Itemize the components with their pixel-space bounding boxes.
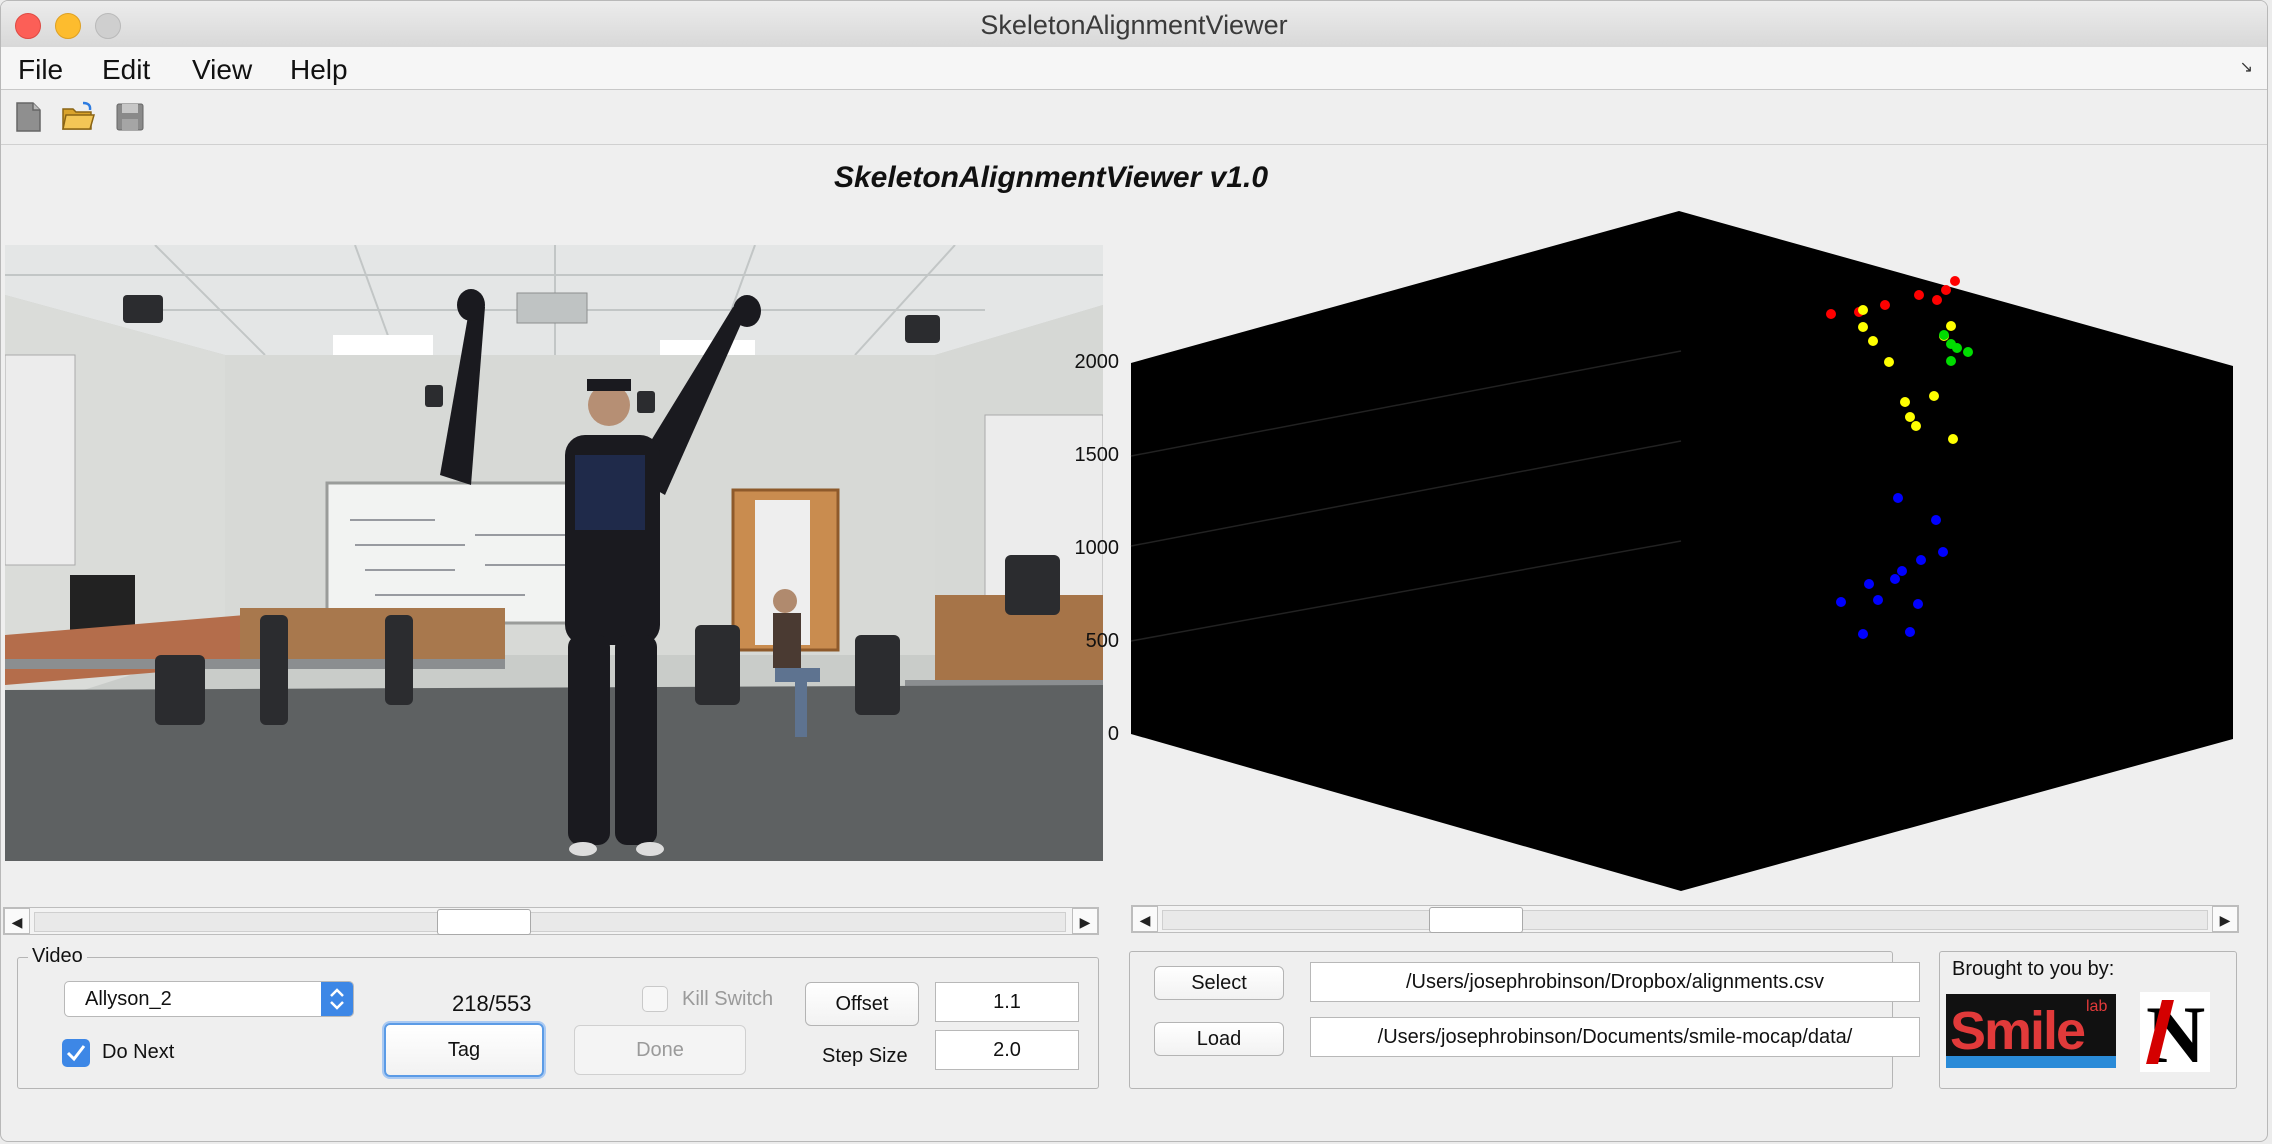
joint-marker-yellow-0	[1858, 305, 1868, 315]
scrollbar-thumb[interactable]	[1429, 907, 1523, 933]
joint-marker-blue-11	[1905, 627, 1915, 637]
menu-help[interactable]: Help	[290, 54, 348, 86]
joint-marker-yellow-9	[1905, 412, 1915, 422]
credits-panel: Brought to you by: Smile lab N	[1939, 951, 2237, 1089]
frame-counter: 218/553	[452, 991, 532, 1016]
joint-marker-yellow-3	[1884, 357, 1894, 367]
scroll-left-icon[interactable]: ◀	[4, 908, 30, 934]
joint-marker-blue-10	[1858, 629, 1868, 639]
joint-marker-yellow-8	[1946, 321, 1956, 331]
joint-marker-red-1	[1941, 285, 1951, 295]
save-icon[interactable]	[113, 100, 147, 134]
menu-bar: File Edit View Help ↘	[1, 47, 2267, 90]
joint-marker-red-4	[1880, 300, 1890, 310]
done-button[interactable]: Done	[574, 1025, 746, 1075]
select-path-field[interactable]: /Users/josephrobinson/Dropbox/alignments…	[1310, 962, 1920, 1002]
kill-switch-checkbox[interactable]	[642, 986, 668, 1012]
joint-marker-yellow-5	[1911, 421, 1921, 431]
joint-marker-green-2	[1946, 339, 1956, 349]
subject-select[interactable]: Allyson_2	[64, 981, 354, 1017]
menu-view[interactable]: View	[192, 54, 252, 86]
video-frame-scrollbar[interactable]: ◀ ▶	[3, 907, 1099, 935]
joint-marker-blue-5	[1890, 574, 1900, 584]
joint-marker-blue-7	[1913, 599, 1923, 609]
joint-marker-yellow-10	[1948, 434, 1958, 444]
plot-canvas	[1130, 211, 2233, 891]
joint-marker-yellow-2	[1868, 336, 1878, 346]
video-panel-title: Video	[28, 945, 87, 968]
joint-marker-yellow-4	[1900, 397, 1910, 407]
joint-marker-yellow-1	[1858, 322, 1868, 332]
joint-marker-blue-1	[1931, 515, 1941, 525]
offset-button[interactable]: Offset	[805, 982, 919, 1026]
z-tick-1000: 1000	[1074, 537, 1120, 559]
video-panel: Video Allyson_2 218/553 Kill Switch Offs…	[17, 945, 1099, 1089]
joint-marker-blue-4	[1897, 566, 1907, 576]
do-next-label: Do Next	[102, 1041, 175, 1063]
new-file-icon[interactable]	[11, 100, 45, 134]
subject-select-value: Allyson_2	[85, 988, 172, 1010]
z-tick-1500: 1500	[1074, 444, 1120, 466]
joint-marker-red-6	[1826, 309, 1836, 319]
joint-marker-green-3	[1946, 356, 1956, 366]
load-path-field[interactable]: /Users/josephrobinson/Documents/smile-mo…	[1310, 1017, 1920, 1057]
load-button[interactable]: Load	[1154, 1022, 1284, 1056]
files-panel: Select /Users/josephrobinson/Dropbox/ali…	[1129, 951, 1920, 1089]
smile-logo-strip	[1946, 1056, 2116, 1068]
toolbar	[1, 90, 2267, 145]
joint-marker-green-0	[1963, 347, 1973, 357]
menu-edit[interactable]: Edit	[102, 54, 150, 86]
title-bar: SkeletonAlignmentViewer	[1, 1, 2267, 48]
joint-marker-green-4	[1939, 330, 1949, 340]
kill-switch-label: Kill Switch	[682, 988, 774, 1010]
video-frame	[5, 245, 1103, 861]
credits-label: Brought to you by:	[1952, 958, 2115, 980]
smile-lab-logo: Smile lab	[1946, 994, 2116, 1068]
step-size-field[interactable]: 2.0	[935, 1030, 1079, 1070]
scrollbar-track[interactable]	[1162, 907, 2208, 933]
app-window: SkeletonAlignmentViewer File Edit View H…	[0, 0, 2268, 1142]
skeleton-3d-plot[interactable]: 2000 1500 1000 500 0	[1075, 211, 2251, 901]
smile-logo-text: Smile	[1950, 1001, 2086, 1061]
do-next-checkbox[interactable]	[62, 1039, 90, 1067]
smile-logo-sup: lab	[2086, 998, 2108, 1015]
menu-file[interactable]: File	[18, 54, 63, 86]
tag-button[interactable]: Tag	[384, 1023, 544, 1077]
scroll-right-icon[interactable]: ▶	[2212, 906, 2238, 932]
scrollbar-thumb[interactable]	[437, 909, 531, 935]
plot-axes-box	[1131, 211, 2233, 891]
joint-marker-blue-8	[1864, 579, 1874, 589]
z-tick-500: 500	[1085, 630, 1119, 652]
joint-marker-blue-2	[1938, 547, 1948, 557]
checkmark-icon	[66, 1045, 86, 1062]
joint-marker-red-0	[1950, 276, 1960, 286]
plot-frame-scrollbar[interactable]: ◀ ▶	[1131, 905, 2239, 933]
joint-marker-blue-3	[1916, 555, 1926, 565]
joint-marker-red-2	[1932, 295, 1942, 305]
n-logo: N	[2140, 989, 2210, 1080]
joint-marker-blue-6	[1873, 595, 1883, 605]
window-title: SkeletonAlignmentViewer	[980, 10, 1288, 40]
open-folder-icon[interactable]	[61, 100, 95, 134]
joint-marker-yellow-6	[1929, 391, 1939, 401]
select-button[interactable]: Select	[1154, 966, 1284, 1000]
scrollbar-track[interactable]	[34, 909, 1066, 935]
app-title: SkeletonAlignmentViewer v1.0	[833, 161, 1269, 194]
joint-marker-blue-9	[1836, 597, 1846, 607]
step-size-label: Step Size	[822, 1045, 908, 1067]
joint-marker-red-3	[1914, 290, 1924, 300]
video-image	[5, 245, 1103, 861]
z-tick-2000: 2000	[1074, 351, 1120, 373]
z-tick-0: 0	[1107, 723, 1119, 745]
scroll-right-icon[interactable]: ▶	[1072, 908, 1098, 934]
offset-field[interactable]: 1.1	[935, 982, 1079, 1022]
dock-arrow-icon[interactable]: ↘	[2240, 57, 2253, 77]
chevron-updown-icon[interactable]	[321, 982, 353, 1016]
joint-marker-blue-0	[1893, 493, 1903, 503]
scroll-left-icon[interactable]: ◀	[1132, 906, 1158, 932]
